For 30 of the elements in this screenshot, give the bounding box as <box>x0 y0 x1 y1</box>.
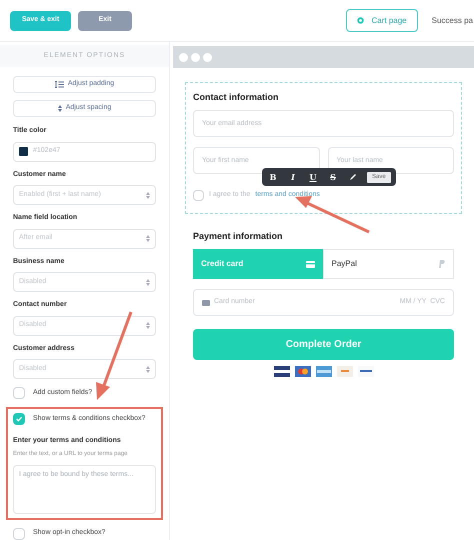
checkbox[interactable] <box>13 387 25 399</box>
payment-tab[interactable]: PayPal <box>322 249 454 279</box>
updown-icon <box>146 366 150 372</box>
updown-icon <box>146 322 150 329</box>
card-logos-icon <box>274 366 374 377</box>
strikethrough-button[interactable]: S <box>327 171 339 183</box>
paypal-icon <box>439 260 445 268</box>
credit-card-icon <box>306 260 314 268</box>
payment-tab[interactable]: Credit card <box>193 249 322 279</box>
checkbox[interactable] <box>13 528 25 540</box>
radio-dot-icon <box>356 17 364 24</box>
complete-order-button[interactable]: Complete Order <box>193 329 454 360</box>
updown-icon <box>146 278 150 286</box>
pen-icon <box>349 173 357 181</box>
indent-icon <box>54 81 64 88</box>
checkbox[interactable] <box>13 413 25 425</box>
section-title: Payment information <box>193 230 284 243</box>
underline-button[interactable]: U <box>307 171 319 183</box>
italic-button[interactable]: I <box>287 171 299 183</box>
bold-button[interactable]: B <box>267 171 279 183</box>
card-icon <box>202 300 210 306</box>
page-tab[interactable]: Cart page <box>346 9 418 32</box>
updown-icon <box>146 192 150 198</box>
section-title: Contact information <box>193 91 280 104</box>
page-tab[interactable]: Success pa <box>430 9 474 32</box>
updown-icon <box>58 105 62 112</box>
checkbox[interactable] <box>193 190 204 200</box>
check-icon <box>15 415 23 423</box>
pen-button[interactable] <box>347 171 359 183</box>
updown-icon <box>146 235 150 242</box>
